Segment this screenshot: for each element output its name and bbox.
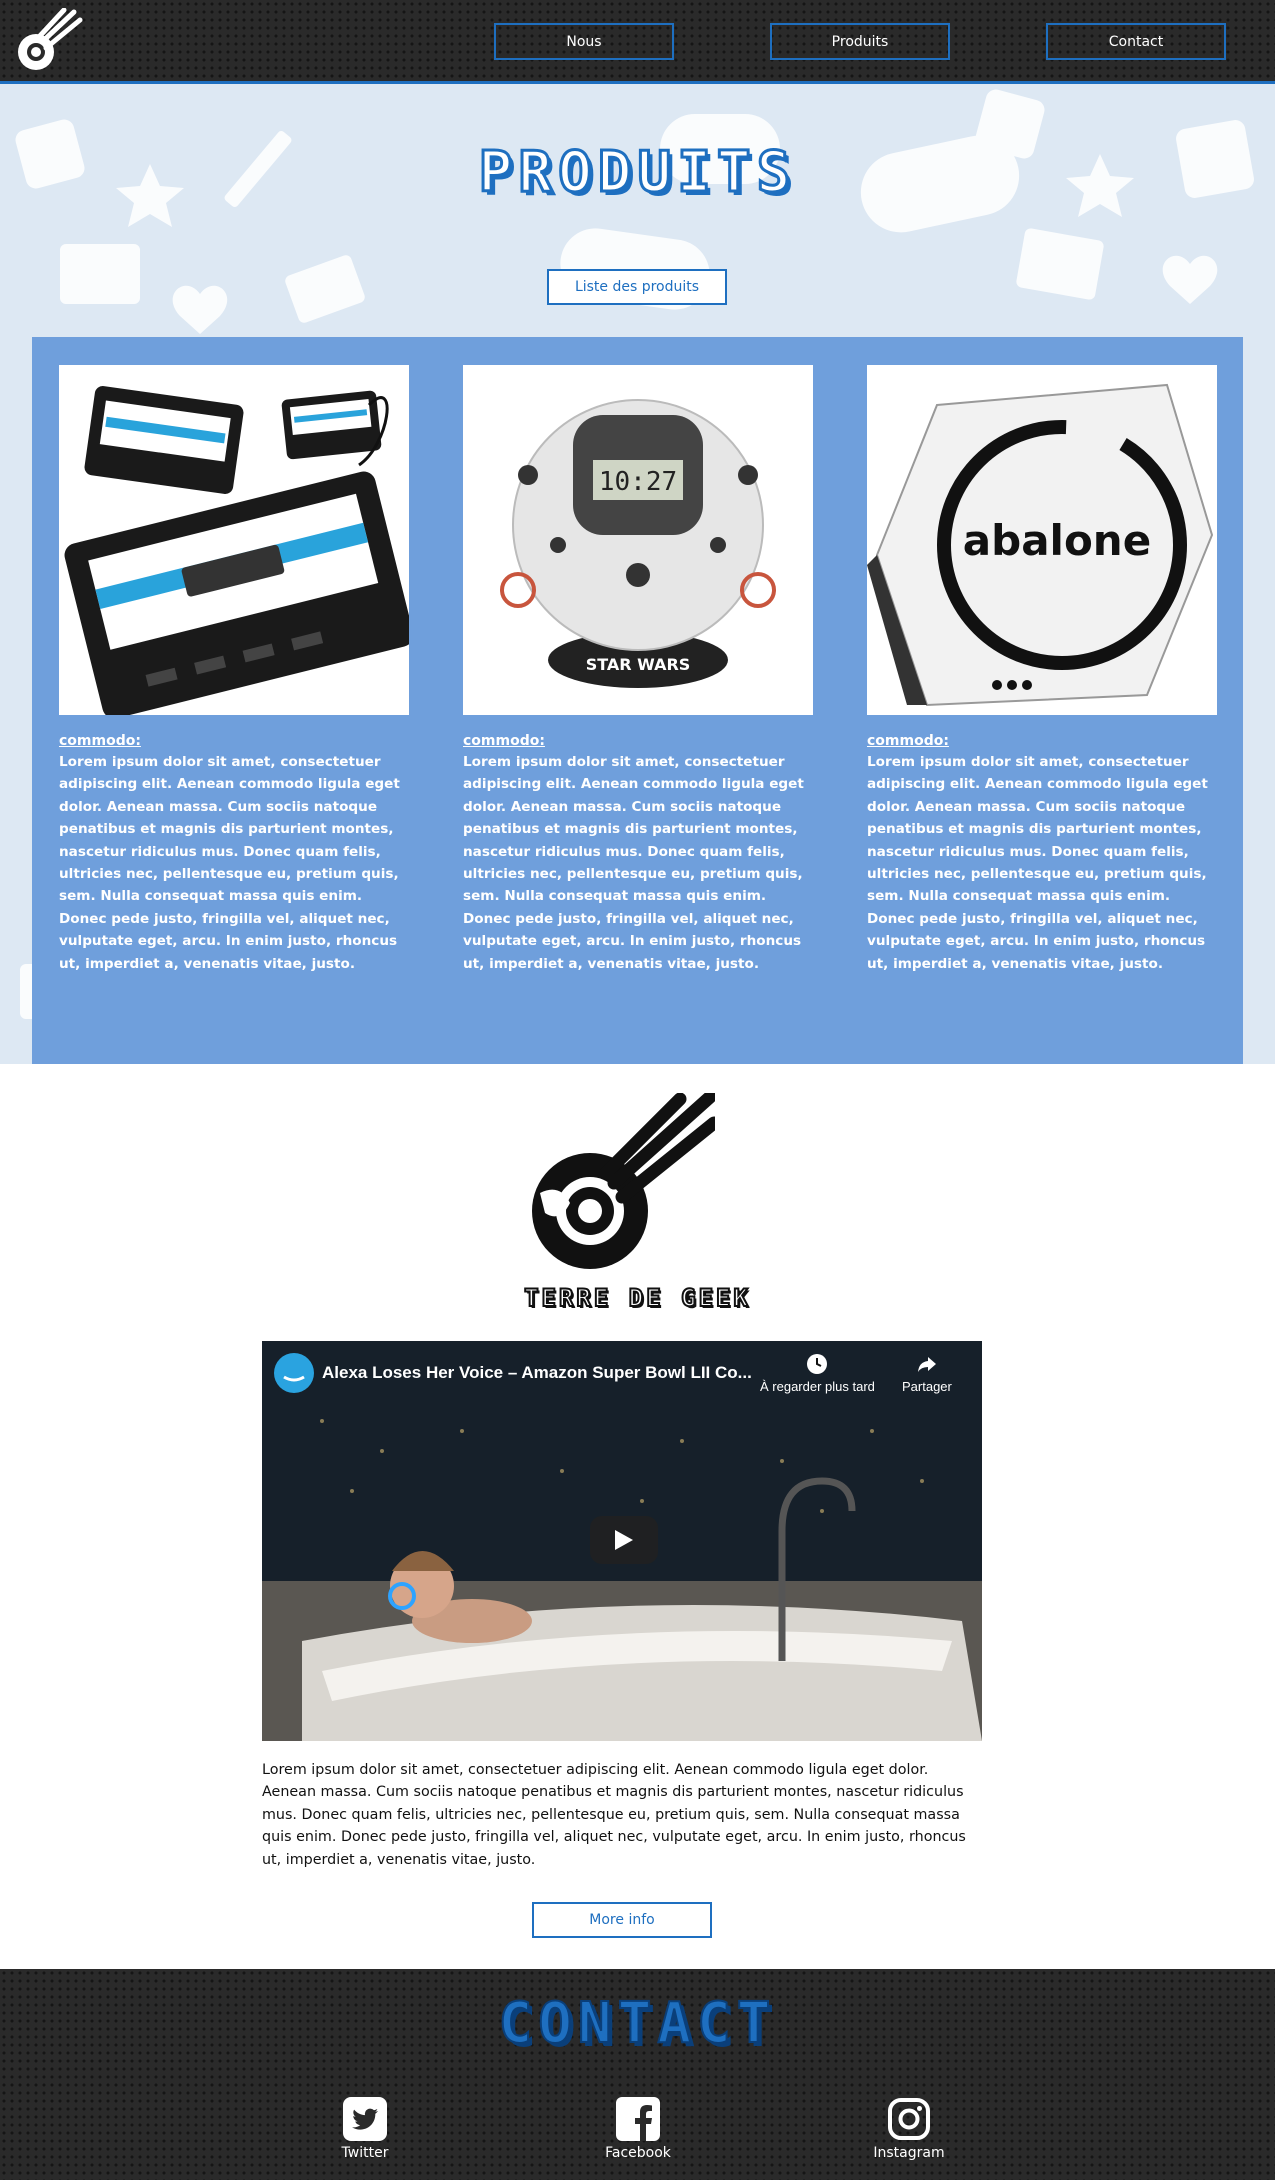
instagram-link[interactable]: Instagram bbox=[849, 2097, 969, 2161]
video-title[interactable]: Alexa Loses Her Voice – Amazon Super Bow… bbox=[322, 1363, 752, 1383]
watch-later-label: À regarder plus tard bbox=[760, 1379, 875, 1394]
products-title: PRODUITS bbox=[477, 139, 797, 207]
instagram-label: Instagram bbox=[873, 2145, 945, 2161]
product-card: abalone commodo: Lorem ipsum dolor sit a… bbox=[867, 365, 1219, 975]
product-title-link[interactable]: commodo: bbox=[59, 733, 141, 749]
product-description: Lorem ipsum dolor sit amet, consectetuer… bbox=[59, 754, 400, 972]
abalone-board-game-image[interactable]: abalone bbox=[867, 365, 1217, 715]
video-player[interactable]: Alexa Loses Her Voice – Amazon Super Bow… bbox=[262, 1341, 982, 1741]
twitter-link[interactable]: Twitter bbox=[305, 2097, 425, 2161]
nav-contact-button[interactable]: Contact bbox=[1046, 23, 1226, 60]
products-section: PRODUITS Liste des produits commodo: Lor… bbox=[0, 84, 1275, 1064]
product-list-button[interactable]: Liste des produits bbox=[547, 269, 727, 305]
star-wars-alarm-clock-image[interactable]: 10:27 STAR WARS bbox=[463, 365, 813, 715]
site-header: Nous Produits Contact bbox=[0, 0, 1275, 84]
play-icon bbox=[615, 1530, 633, 1550]
product-card: 10:27 STAR WARS commodo: Lorem ipsum dol… bbox=[463, 365, 815, 975]
facebook-link[interactable]: Facebook bbox=[578, 2097, 698, 2161]
product-cards-panel: commodo: Lorem ipsum dolor sit amet, con… bbox=[32, 337, 1243, 1064]
contact-title: CONTACT bbox=[497, 1990, 777, 2057]
nav-produits-button[interactable]: Produits bbox=[770, 23, 950, 60]
share-label: Partager bbox=[902, 1379, 952, 1394]
product-description: Lorem ipsum dolor sit amet, consectetuer… bbox=[867, 754, 1208, 972]
star-wars-brand: STAR WARS bbox=[586, 655, 691, 674]
meteor-logo-icon[interactable] bbox=[12, 8, 84, 76]
instagram-icon bbox=[888, 2098, 930, 2140]
twitter-icon bbox=[343, 2097, 387, 2141]
watch-later-button[interactable]: À regarder plus tard bbox=[760, 1353, 875, 1394]
product-title-link[interactable]: commodo: bbox=[867, 733, 949, 749]
share-button[interactable]: Partager bbox=[902, 1353, 952, 1394]
share-icon bbox=[917, 1357, 936, 1372]
twitter-label: Twitter bbox=[341, 2145, 389, 2161]
abalone-brand: abalone bbox=[963, 516, 1151, 565]
clock-time-display: 10:27 bbox=[599, 467, 677, 497]
product-description: Lorem ipsum dolor sit amet, consectetuer… bbox=[463, 754, 804, 972]
channel-avatar-icon[interactable] bbox=[274, 1353, 314, 1393]
contact-footer: CONTACT Twitter Facebook Instagram bbox=[0, 1969, 1275, 2180]
terre-de-geek-logo-icon bbox=[532, 1093, 715, 1269]
product-card: commodo: Lorem ipsum dolor sit amet, con… bbox=[59, 365, 411, 975]
clock-icon bbox=[807, 1354, 828, 1374]
facebook-label: Facebook bbox=[605, 2145, 671, 2161]
play-button[interactable] bbox=[590, 1516, 658, 1564]
facebook-icon bbox=[616, 2097, 660, 2141]
usb-cassette-hub-image[interactable] bbox=[59, 365, 409, 715]
nav-nous-button[interactable]: Nous bbox=[494, 23, 674, 60]
about-description: Lorem ipsum dolor sit amet, consectetuer… bbox=[262, 1762, 966, 1868]
more-info-button[interactable]: More info bbox=[532, 1902, 712, 1938]
brand-name: TERRE DE GEEK bbox=[523, 1283, 751, 1313]
product-title-link[interactable]: commodo: bbox=[463, 733, 545, 749]
